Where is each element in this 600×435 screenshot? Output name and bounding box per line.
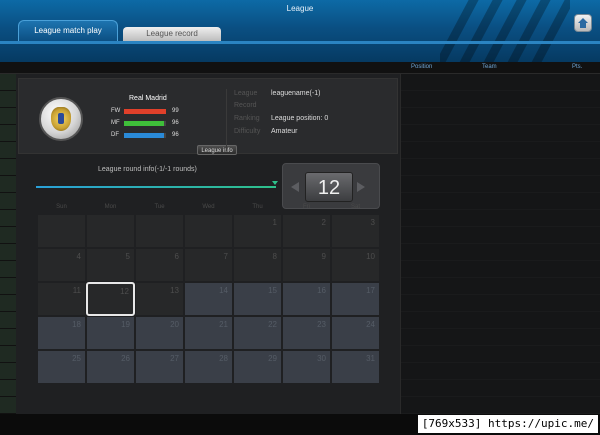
calendar-day[interactable]: 19: [86, 316, 135, 350]
calendar-day[interactable]: 14: [184, 282, 233, 316]
calendar-day[interactable]: 27: [135, 350, 184, 384]
calendar-day[interactable]: 23: [282, 316, 331, 350]
weekday-label: Fri: [303, 204, 310, 210]
calendar-day[interactable]: 8: [233, 248, 282, 282]
calendar-day[interactable]: 6: [135, 248, 184, 282]
calendar-day[interactable]: 31: [331, 350, 380, 384]
calendar-day-selected[interactable]: 12: [86, 282, 135, 316]
watermark: [769x533] https://upic.me/: [417, 415, 598, 433]
calendar-day[interactable]: 24: [331, 316, 380, 350]
calendar-day[interactable]: 7: [184, 248, 233, 282]
standings-header: Position Team Pts.: [0, 62, 600, 74]
weekday-label: Tue: [154, 204, 165, 210]
calendar-day[interactable]: 29: [233, 350, 282, 384]
calendar-day[interactable]: 18: [37, 316, 86, 350]
label-ranking: Ranking: [234, 115, 260, 122]
league-screen: League League match play League record P…: [0, 0, 600, 435]
calendar-grid: 1 2 3 4 5 6 7 8 9 10 11 12 13 14 15 16 17 18 19 20 21 22 23 24 2…: [37, 214, 381, 386]
calendar-day[interactable]: 5: [86, 248, 135, 282]
calendar-day: [135, 214, 184, 248]
calendar-day[interactable]: 21: [184, 316, 233, 350]
calendar-day[interactable]: 11: [37, 282, 86, 316]
calendar-day[interactable]: 9: [282, 248, 331, 282]
calendar-day[interactable]: 10: [331, 248, 380, 282]
column-position: Position: [411, 64, 433, 70]
label-difficulty: Difficulty: [234, 128, 261, 135]
weekday-label: Thu: [252, 204, 263, 210]
next-round-icon[interactable]: [357, 182, 365, 192]
home-icon[interactable]: [574, 14, 592, 32]
page-title: League: [286, 4, 314, 13]
calendar-day: [86, 214, 135, 248]
value-ranking: League position: 0: [271, 115, 329, 122]
calendar-day[interactable]: 13: [135, 282, 184, 316]
column-points: Pts.: [572, 64, 583, 70]
league-info-button[interactable]: League info: [197, 145, 237, 155]
round-marker-icon: [272, 181, 278, 185]
calendar-day[interactable]: 2: [282, 214, 331, 248]
weekday-label: Sat: [350, 204, 360, 210]
calendar-day: [37, 214, 86, 248]
calendar-day[interactable]: 4: [37, 248, 86, 282]
standings-rows: [401, 74, 600, 414]
calendar-day[interactable]: 30: [282, 350, 331, 384]
calendar-day[interactable]: 22: [233, 316, 282, 350]
column-team: Team: [482, 64, 497, 70]
label-league: League: [234, 90, 258, 97]
calendar-day[interactable]: 3: [331, 214, 380, 248]
calendar-day[interactable]: 16: [282, 282, 331, 316]
round-number: 12: [305, 172, 353, 202]
value-league: leaguename(-1): [271, 90, 321, 97]
label-record: Record: [234, 102, 257, 109]
round-selector: 12: [282, 163, 380, 209]
value-difficulty: Amateur: [271, 128, 298, 135]
calendar-day[interactable]: 17: [331, 282, 380, 316]
standings-panel: [400, 74, 600, 414]
club-crest-icon: [39, 97, 83, 141]
tab-league-match-play[interactable]: League match play: [18, 20, 118, 42]
tab-league-record[interactable]: League record: [123, 27, 221, 41]
prev-round-icon[interactable]: [291, 182, 299, 192]
match-play-panel: Real Madrid FW 99 MF 96 DF 96 League inf…: [16, 74, 400, 414]
calendar-day[interactable]: 25: [37, 350, 86, 384]
team-name: Real Madrid: [129, 95, 167, 102]
round-info-label: League round info(-1/-1 rounds): [98, 166, 197, 173]
calendar-day[interactable]: 1: [233, 214, 282, 248]
weekday-label: Mon: [104, 204, 117, 210]
header-bar: League League match play League record: [0, 0, 600, 62]
weekday-label: Sun: [56, 204, 67, 210]
calendar-day[interactable]: 26: [86, 350, 135, 384]
calendar-day[interactable]: 20: [135, 316, 184, 350]
team-card: Real Madrid FW 99 MF 96 DF 96 League inf…: [18, 78, 398, 155]
calendar-day[interactable]: 28: [184, 350, 233, 384]
round-progress-bar: [36, 186, 276, 188]
header-divider: [0, 41, 600, 44]
divider: [226, 89, 227, 151]
left-side-rows: [0, 74, 16, 414]
calendar-day: [184, 214, 233, 248]
calendar-day[interactable]: 15: [233, 282, 282, 316]
weekday-label: Wed: [202, 204, 215, 210]
